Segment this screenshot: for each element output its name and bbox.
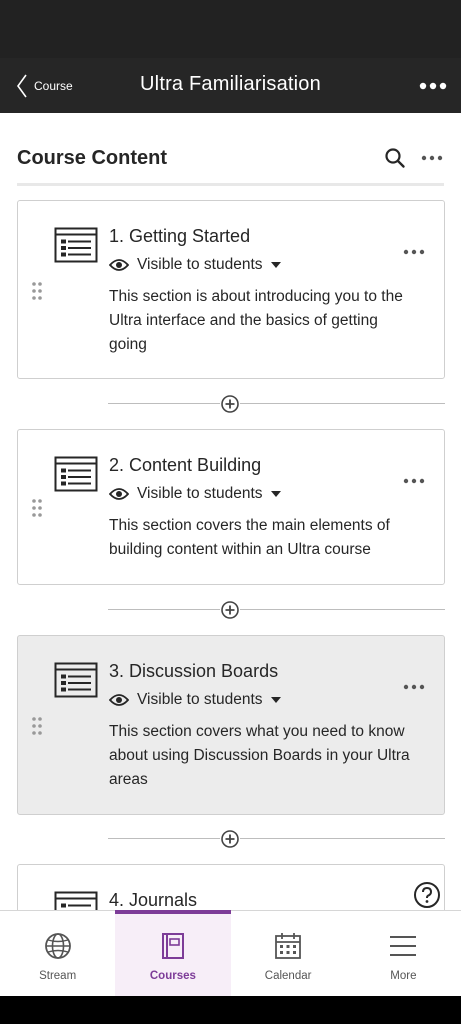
card-title[interactable]: 4. Journals	[109, 890, 197, 910]
folder-icon	[54, 891, 98, 910]
card-more-icon[interactable]	[402, 242, 426, 262]
card-description: This section is about introducing you to…	[109, 288, 403, 353]
tab-label: Courses	[149, 970, 196, 982]
courses-icon	[161, 933, 184, 959]
tab-label: More	[390, 970, 417, 982]
add-content-icon[interactable]	[220, 829, 240, 849]
status-bar	[0, 0, 461, 58]
visibility-label: Visible to students	[137, 256, 263, 273]
section-heading: Course Content	[17, 147, 167, 169]
caret-down-icon	[270, 491, 281, 497]
nav-bar: Course Ultra Familiarisation	[0, 58, 461, 113]
visibility-dropdown[interactable]: Visible to students	[109, 483, 281, 505]
search-icon[interactable]	[384, 147, 406, 169]
add-content-divider	[108, 393, 445, 415]
divider-line	[108, 838, 445, 839]
help-icon[interactable]	[413, 881, 441, 909]
divider-line	[108, 403, 445, 404]
tab-courses[interactable]: Courses	[115, 910, 231, 996]
active-tab-indicator	[115, 910, 231, 914]
caret-down-icon	[270, 697, 281, 703]
folder-icon	[54, 227, 98, 263]
content-more-icon[interactable]	[420, 147, 444, 169]
more-options-icon[interactable]	[419, 76, 447, 96]
divider-line	[108, 609, 445, 610]
content-card-discussion-boards[interactable]: 3. Discussion Boards Visible to students…	[17, 635, 445, 815]
add-content-icon[interactable]	[220, 394, 240, 414]
header-divider	[17, 183, 444, 186]
folder-icon	[54, 662, 98, 698]
card-title[interactable]: 2. Content Building	[109, 455, 261, 476]
content-card-content-building[interactable]: 2. Content Building Visible to students …	[17, 429, 445, 585]
tab-label: Calendar	[264, 970, 312, 982]
page-title: Ultra Familiarisation	[140, 73, 321, 95]
content-card-journals[interactable]: 4. Journals	[17, 864, 445, 910]
visibility-label: Visible to students	[137, 691, 263, 708]
drag-handle-icon[interactable]	[31, 281, 43, 301]
add-content-icon[interactable]	[220, 600, 240, 620]
menu-icon	[390, 936, 417, 956]
drag-handle-icon[interactable]	[31, 716, 43, 736]
card-description: This section covers the main elements of…	[109, 517, 390, 558]
visibility-label: Visible to students	[137, 485, 263, 502]
card-title[interactable]: 1. Getting Started	[109, 226, 250, 247]
eye-icon	[109, 694, 129, 706]
course-content-area: Course Content 1. Getting Started Visibl…	[0, 113, 461, 910]
content-header: Course Content	[17, 145, 444, 175]
eye-icon	[109, 488, 129, 500]
system-navigation-bar	[0, 996, 461, 1024]
content-card-getting-started[interactable]: 1. Getting Started Visible to students T…	[17, 200, 445, 379]
drag-handle-icon[interactable]	[31, 498, 43, 518]
caret-down-icon	[270, 262, 281, 268]
card-description: This section covers what you need to kno…	[109, 723, 410, 788]
tab-more[interactable]: More	[346, 911, 461, 996]
visibility-dropdown[interactable]: Visible to students	[109, 689, 281, 711]
card-title[interactable]: 3. Discussion Boards	[109, 661, 278, 682]
globe-icon	[44, 933, 71, 959]
calendar-icon	[275, 933, 302, 959]
tab-label: Stream	[39, 970, 77, 982]
add-content-divider	[108, 828, 445, 850]
card-more-icon[interactable]	[402, 471, 426, 491]
folder-icon	[54, 456, 98, 492]
tab-calendar[interactable]: Calendar	[231, 911, 346, 996]
bottom-tab-bar: Stream Courses Calendar More	[0, 910, 461, 996]
tab-stream[interactable]: Stream	[0, 911, 115, 996]
visibility-dropdown[interactable]: Visible to students	[109, 254, 281, 276]
card-more-icon[interactable]	[402, 677, 426, 697]
eye-icon	[109, 259, 129, 271]
add-content-divider	[108, 599, 445, 621]
